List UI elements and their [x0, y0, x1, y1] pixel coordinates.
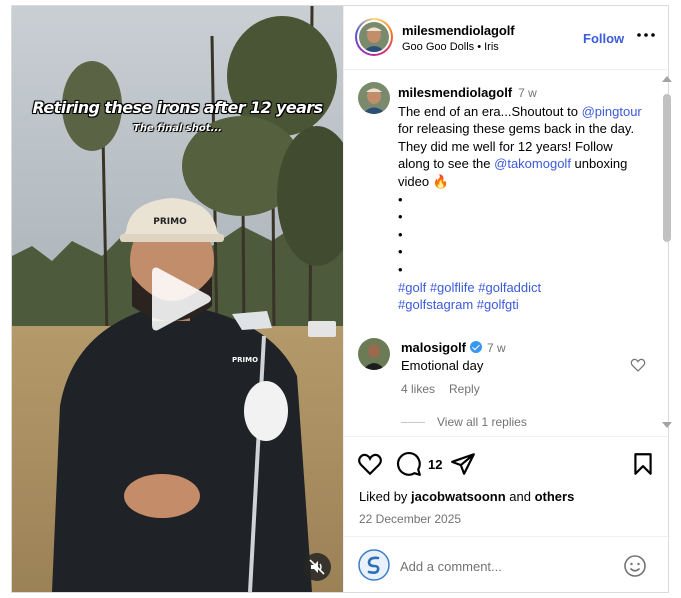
comments-scroll-area[interactable]: milesmendiolagolf 7 w The end of an era..… — [344, 70, 670, 436]
like-comment-heart-icon[interactable] — [630, 357, 646, 373]
caption-username[interactable]: milesmendiolagolf — [398, 85, 512, 100]
caption-dot: • — [398, 209, 403, 225]
comment-count: 12 — [428, 457, 443, 472]
current-user-avatar[interactable] — [358, 549, 390, 581]
scrollbar-thumb[interactable] — [663, 94, 671, 242]
post-caption: milesmendiolagolf 7 w The end of an era..… — [398, 84, 643, 314]
svg-text:PRIMO: PRIMO — [153, 217, 187, 227]
hashtag-link[interactable]: #golfstagram — [398, 297, 473, 312]
liked-by-text: Liked by jacobwatsoonn and others — [359, 489, 574, 504]
replies-divider — [401, 421, 425, 423]
share-send-icon[interactable] — [450, 451, 476, 477]
post-modal: PRIMO PRIMO Retiring these irons after 1… — [11, 5, 672, 593]
speaker-muted-icon — [309, 559, 325, 575]
post-date[interactable]: 22 December 2025 — [359, 512, 461, 526]
caption-dot: • — [398, 191, 403, 207]
scroll-up-arrow-icon[interactable] — [662, 76, 672, 82]
caption-time: 7 w — [518, 86, 537, 100]
caption-dot: • — [398, 244, 403, 260]
mention-link[interactable]: @takomogolf — [494, 156, 571, 171]
mute-button[interactable] — [303, 553, 331, 581]
commenter-avatar[interactable] — [358, 338, 390, 370]
play-icon — [152, 267, 211, 331]
caption-text-1: The end of an era...Shoutout to — [398, 103, 582, 119]
liked-by-and: and — [505, 489, 535, 504]
add-comment-bar — [344, 536, 670, 592]
liked-by-prefix: Liked by — [359, 489, 412, 504]
liked-by-others[interactable]: others — [535, 489, 575, 504]
post-actions: 12 Liked by jacobwatsoonn and others 22 … — [344, 436, 670, 536]
reply-button[interactable]: Reply — [449, 382, 480, 396]
more-horizontal-icon[interactable] — [635, 28, 657, 42]
post-details-panel: milesmendiolagolf Goo Goo Dolls • Iris F… — [343, 6, 672, 592]
video-overlay-subtitle: The final shot... — [133, 123, 222, 134]
video-player[interactable]: PRIMO PRIMO Retiring these irons after 1… — [12, 6, 343, 592]
caption-avatar[interactable] — [358, 82, 390, 114]
video-overlay-title: Retiring these irons after 12 years — [32, 98, 323, 117]
liked-by-user[interactable]: jacobwatsoonn — [411, 489, 506, 504]
play-button[interactable] — [148, 264, 214, 334]
verified-badge-icon — [470, 341, 483, 353]
svg-text:PRIMO: PRIMO — [232, 356, 258, 364]
view-replies-button[interactable]: View all 1 replies — [401, 415, 527, 429]
mention-link[interactable]: @pingtour — [582, 104, 642, 119]
author-avatar[interactable] — [355, 18, 393, 56]
follow-button[interactable]: Follow — [583, 31, 624, 46]
commenter-username[interactable]: malosigolf — [401, 340, 466, 355]
comment-text: Emotional day — [401, 358, 484, 373]
hashtag-link[interactable]: #golfaddict — [478, 280, 541, 295]
scroll-down-arrow-icon[interactable] — [662, 422, 672, 428]
hashtag-link[interactable]: #golfgti — [477, 297, 519, 312]
hashtag-link[interactable]: #golflife — [430, 280, 475, 295]
emoji-smiley-icon[interactable] — [623, 554, 647, 578]
comment-time: 7 w — [487, 341, 506, 355]
comment-item: malosigolf 7 w Emotional day — [401, 339, 621, 375]
audio-track[interactable]: Goo Goo Dolls • Iris — [402, 41, 499, 53]
comment-likes[interactable]: 4 likes — [401, 382, 435, 396]
bookmark-save-icon[interactable] — [630, 451, 656, 477]
comments-scrollbar[interactable] — [662, 76, 672, 432]
view-replies-label: View all 1 replies — [437, 415, 527, 429]
post-header: milesmendiolagolf Goo Goo Dolls • Iris F… — [344, 6, 670, 70]
hashtag-link[interactable]: #golf — [398, 280, 426, 295]
comment-bubble-icon[interactable] — [396, 451, 422, 477]
caption-dot: • — [398, 226, 403, 242]
comment-input[interactable] — [400, 555, 610, 577]
like-heart-icon[interactable] — [357, 451, 383, 477]
author-username[interactable]: milesmendiolagolf — [402, 23, 515, 38]
comment-meta: 4 likes Reply — [401, 382, 494, 396]
caption-dot: • — [398, 261, 403, 277]
